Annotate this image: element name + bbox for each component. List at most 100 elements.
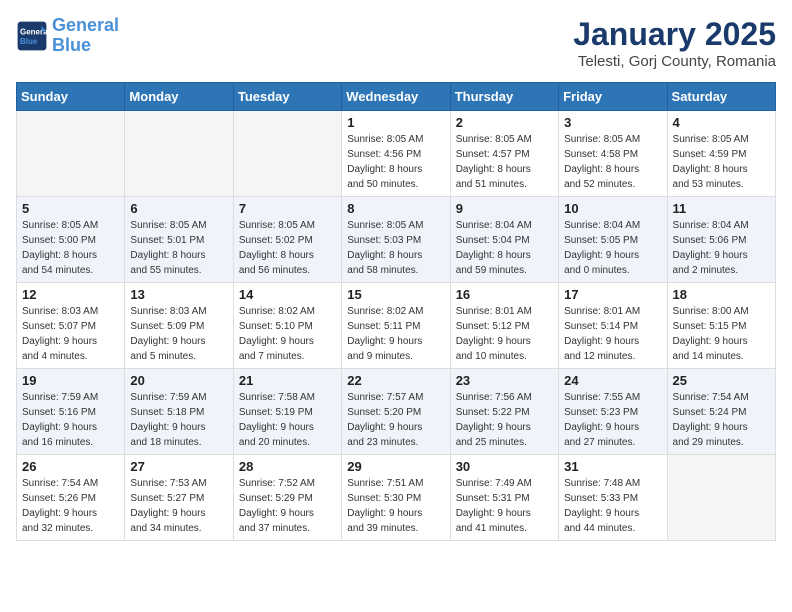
weekday-header-row: SundayMondayTuesdayWednesdayThursdayFrid…	[17, 83, 776, 111]
calendar-day-15: 15 Sunrise: 8:02 AM Sunset: 5:11 PM Dayli…	[342, 283, 450, 369]
day-number: 11	[673, 201, 770, 216]
day-info: Sunrise: 8:05 AM Sunset: 5:00 PM Dayligh…	[22, 218, 119, 278]
subtitle: Telesti, Gorj County, Romania	[573, 53, 776, 70]
calendar-day-6: 6 Sunrise: 8:05 AM Sunset: 5:01 PM Daylig…	[125, 197, 233, 283]
day-info: Sunrise: 7:58 AM Sunset: 5:19 PM Dayligh…	[239, 390, 336, 450]
main-title: January 2025	[573, 16, 776, 53]
weekday-header-tuesday: Tuesday	[233, 83, 341, 111]
calendar-day-18: 18 Sunrise: 8:00 AM Sunset: 5:15 PM Dayli…	[667, 283, 775, 369]
day-number: 22	[347, 373, 444, 388]
day-info: Sunrise: 7:49 AM Sunset: 5:31 PM Dayligh…	[456, 476, 553, 536]
day-info: Sunrise: 8:05 AM Sunset: 4:59 PM Dayligh…	[673, 132, 770, 192]
calendar-day-23: 23 Sunrise: 7:56 AM Sunset: 5:22 PM Dayli…	[450, 369, 558, 455]
calendar-day-13: 13Sunrise: 8:03 AM Sunset: 5:09 PM Dayli…	[125, 283, 233, 369]
day-info: Sunrise: 7:54 AM Sunset: 5:26 PM Dayligh…	[22, 476, 119, 536]
day-info: Sunrise: 7:57 AM Sunset: 5:20 PM Dayligh…	[347, 390, 444, 450]
calendar-day-27: 27 Sunrise: 7:53 AM Sunset: 5:27 PM Dayli…	[125, 455, 233, 541]
day-info: Sunrise: 8:03 AM Sunset: 5:09 PM Dayligh…	[130, 304, 227, 364]
day-info: Sunrise: 7:56 AM Sunset: 5:22 PM Dayligh…	[456, 390, 553, 450]
day-number: 4	[673, 115, 770, 130]
day-number: 23	[456, 373, 553, 388]
day-info: Sunrise: 7:52 AM Sunset: 5:29 PM Dayligh…	[239, 476, 336, 536]
calendar-day-10: 10 Sunrise: 8:04 AM Sunset: 5:05 PM Dayli…	[559, 197, 667, 283]
day-number: 24	[564, 373, 661, 388]
calendar-day-3: 3 Sunrise: 8:05 AM Sunset: 4:58 PM Daylig…	[559, 111, 667, 197]
logo-line1: General	[52, 15, 119, 35]
day-number: 26	[22, 459, 119, 474]
calendar-empty-cell	[17, 111, 125, 197]
day-info: Sunrise: 8:05 AM Sunset: 5:01 PM Dayligh…	[130, 218, 227, 278]
calendar-day-12: 12 Sunrise: 8:03 AM Sunset: 5:07 PM Dayli…	[17, 283, 125, 369]
day-info: Sunrise: 7:48 AM Sunset: 5:33 PM Dayligh…	[564, 476, 661, 536]
logo-icon: General Blue	[16, 20, 48, 52]
day-number: 7	[239, 201, 336, 216]
logo-text: General Blue	[52, 16, 119, 56]
day-info: Sunrise: 8:00 AM Sunset: 5:15 PM Dayligh…	[673, 304, 770, 364]
calendar-day-19: 19Sunrise: 7:59 AM Sunset: 5:16 PM Dayli…	[17, 369, 125, 455]
calendar-day-30: 30 Sunrise: 7:49 AM Sunset: 5:31 PM Dayli…	[450, 455, 558, 541]
calendar-day-14: 14Sunrise: 8:02 AM Sunset: 5:10 PM Dayli…	[233, 283, 341, 369]
day-info: Sunrise: 8:03 AM Sunset: 5:07 PM Dayligh…	[22, 304, 119, 364]
calendar-week-row: 5 Sunrise: 8:05 AM Sunset: 5:00 PM Daylig…	[17, 197, 776, 283]
calendar-day-5: 5 Sunrise: 8:05 AM Sunset: 5:00 PM Daylig…	[17, 197, 125, 283]
day-info: Sunrise: 8:05 AM Sunset: 4:57 PM Dayligh…	[456, 132, 553, 192]
weekday-header-monday: Monday	[125, 83, 233, 111]
day-number: 16	[456, 287, 553, 302]
calendar-day-22: 22 Sunrise: 7:57 AM Sunset: 5:20 PM Dayli…	[342, 369, 450, 455]
day-number: 12	[22, 287, 119, 302]
logo-line2: Blue	[52, 35, 91, 55]
day-number: 29	[347, 459, 444, 474]
day-info: Sunrise: 8:05 AM Sunset: 5:03 PM Dayligh…	[347, 218, 444, 278]
calendar-day-1: 1 Sunrise: 8:05 AM Sunset: 4:56 PM Daylig…	[342, 111, 450, 197]
calendar-day-21: 21Sunrise: 7:58 AM Sunset: 5:19 PM Dayli…	[233, 369, 341, 455]
calendar-day-25: 25Sunrise: 7:54 AM Sunset: 5:24 PM Dayli…	[667, 369, 775, 455]
calendar-week-row: 26 Sunrise: 7:54 AM Sunset: 5:26 PM Dayli…	[17, 455, 776, 541]
calendar-day-28: 28 Sunrise: 7:52 AM Sunset: 5:29 PM Dayli…	[233, 455, 341, 541]
day-number: 14	[239, 287, 336, 302]
calendar-empty-cell	[125, 111, 233, 197]
day-info: Sunrise: 7:59 AM Sunset: 5:18 PM Dayligh…	[130, 390, 227, 450]
calendar-week-row: 12 Sunrise: 8:03 AM Sunset: 5:07 PM Dayli…	[17, 283, 776, 369]
day-number: 25	[673, 373, 770, 388]
calendar-table: SundayMondayTuesdayWednesdayThursdayFrid…	[16, 82, 776, 541]
calendar-day-4: 4 Sunrise: 8:05 AM Sunset: 4:59 PM Daylig…	[667, 111, 775, 197]
day-number: 8	[347, 201, 444, 216]
day-info: Sunrise: 8:05 AM Sunset: 4:58 PM Dayligh…	[564, 132, 661, 192]
day-number: 15	[347, 287, 444, 302]
day-info: Sunrise: 8:04 AM Sunset: 5:04 PM Dayligh…	[456, 218, 553, 278]
calendar-day-9: 9 Sunrise: 8:04 AM Sunset: 5:04 PM Daylig…	[450, 197, 558, 283]
calendar-day-31: 31Sunrise: 7:48 AM Sunset: 5:33 PM Dayli…	[559, 455, 667, 541]
day-info: Sunrise: 8:04 AM Sunset: 5:05 PM Dayligh…	[564, 218, 661, 278]
day-info: Sunrise: 8:05 AM Sunset: 4:56 PM Dayligh…	[347, 132, 444, 192]
calendar-day-8: 8 Sunrise: 8:05 AM Sunset: 5:03 PM Daylig…	[342, 197, 450, 283]
calendar-day-2: 2Sunrise: 8:05 AM Sunset: 4:57 PM Daylig…	[450, 111, 558, 197]
day-number: 6	[130, 201, 227, 216]
day-info: Sunrise: 8:01 AM Sunset: 5:14 PM Dayligh…	[564, 304, 661, 364]
weekday-header-thursday: Thursday	[450, 83, 558, 111]
day-number: 10	[564, 201, 661, 216]
header: General Blue General Blue January 2025 T…	[16, 16, 776, 70]
day-number: 20	[130, 373, 227, 388]
calendar-day-29: 29Sunrise: 7:51 AM Sunset: 5:30 PM Dayli…	[342, 455, 450, 541]
day-number: 9	[456, 201, 553, 216]
calendar-empty-cell	[233, 111, 341, 197]
day-info: Sunrise: 8:01 AM Sunset: 5:12 PM Dayligh…	[456, 304, 553, 364]
title-area: January 2025 Telesti, Gorj County, Roman…	[573, 16, 776, 70]
svg-text:Blue: Blue	[20, 37, 38, 46]
day-number: 27	[130, 459, 227, 474]
calendar-day-24: 24 Sunrise: 7:55 AM Sunset: 5:23 PM Dayli…	[559, 369, 667, 455]
calendar-day-16: 16 Sunrise: 8:01 AM Sunset: 5:12 PM Dayli…	[450, 283, 558, 369]
day-number: 18	[673, 287, 770, 302]
day-number: 28	[239, 459, 336, 474]
calendar-day-26: 26 Sunrise: 7:54 AM Sunset: 5:26 PM Dayli…	[17, 455, 125, 541]
day-info: Sunrise: 8:05 AM Sunset: 5:02 PM Dayligh…	[239, 218, 336, 278]
day-number: 30	[456, 459, 553, 474]
calendar-day-17: 17Sunrise: 8:01 AM Sunset: 5:14 PM Dayli…	[559, 283, 667, 369]
day-info: Sunrise: 7:53 AM Sunset: 5:27 PM Dayligh…	[130, 476, 227, 536]
day-number: 5	[22, 201, 119, 216]
day-info: Sunrise: 8:02 AM Sunset: 5:11 PM Dayligh…	[347, 304, 444, 364]
day-number: 3	[564, 115, 661, 130]
day-number: 1	[347, 115, 444, 130]
day-info: Sunrise: 7:55 AM Sunset: 5:23 PM Dayligh…	[564, 390, 661, 450]
calendar-day-20: 20 Sunrise: 7:59 AM Sunset: 5:18 PM Dayli…	[125, 369, 233, 455]
